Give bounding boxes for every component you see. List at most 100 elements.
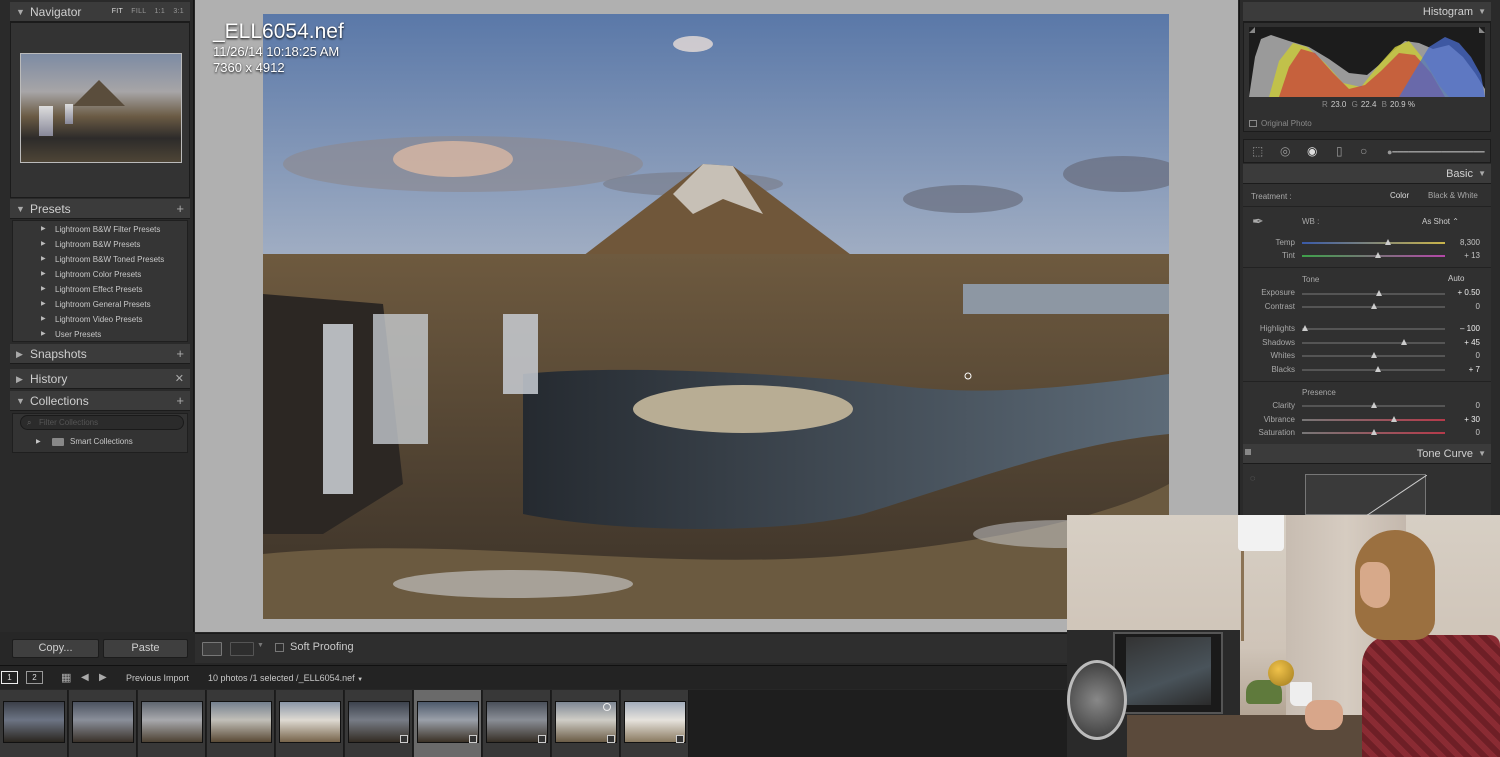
wb-value[interactable]: As Shot ⌃: [1422, 217, 1459, 226]
presets-header[interactable]: ▼ Presets +: [10, 199, 190, 219]
filmstrip-thumbnail[interactable]: [276, 690, 344, 757]
collapse-triangle-icon[interactable]: ▶: [16, 344, 23, 364]
expand-arrow-icon[interactable]: ▶: [41, 327, 46, 342]
filmstrip-thumbnail[interactable]: [621, 690, 689, 757]
expand-arrow-icon[interactable]: ▶: [41, 282, 46, 297]
adjustment-brush-icon[interactable]: ●━━━━━━━━━━━━━━━━━: [1387, 147, 1485, 158]
expand-arrow-icon[interactable]: ▶: [36, 435, 41, 449]
tint-slider[interactable]: [1302, 252, 1445, 258]
filmstrip-thumbnail[interactable]: [414, 690, 482, 757]
before-after-icon[interactable]: [230, 642, 254, 656]
exposure-slider[interactable]: [1302, 290, 1445, 296]
slider-knob[interactable]: [1370, 402, 1377, 408]
red-eye-icon[interactable]: ◉: [1307, 144, 1317, 158]
collapse-triangle-icon[interactable]: ▼: [1478, 2, 1486, 22]
copy-button[interactable]: Copy...: [12, 639, 99, 658]
collections-filter-input[interactable]: ⌕ Filter Collections: [20, 415, 184, 430]
preset-folder[interactable]: ▶ User Presets: [13, 327, 183, 342]
slider-knob[interactable]: [1384, 239, 1391, 245]
expand-arrow-icon[interactable]: ▶: [41, 312, 46, 327]
before-after-dropdown-icon[interactable]: ▼: [257, 642, 264, 649]
slider-knob[interactable]: [1376, 290, 1383, 296]
preset-folder[interactable]: ▶ Lightroom Effect Presets: [13, 282, 183, 297]
collection-item[interactable]: ▶ Smart Collections: [30, 435, 180, 449]
preset-folder[interactable]: ▶ Lightroom B&W Filter Presets: [13, 222, 183, 237]
add-snapshot-icon[interactable]: +: [176, 344, 184, 364]
exposure-value[interactable]: + 0.50: [1447, 288, 1480, 297]
slider-knob[interactable]: [1374, 252, 1381, 258]
tone-curve-graph[interactable]: [1305, 474, 1428, 517]
collections-header[interactable]: ▼ Collections +: [10, 391, 190, 411]
tone-curve-header[interactable]: Tone Curve ▼: [1243, 444, 1491, 464]
filmstrip-thumbnail[interactable]: [483, 690, 551, 757]
zoom-1-1[interactable]: 1:1: [154, 8, 165, 15]
add-collection-icon[interactable]: +: [176, 391, 184, 411]
targeted-adjustment-icon[interactable]: ◌: [1250, 473, 1255, 483]
expand-arrow-icon[interactable]: ▶: [41, 237, 46, 252]
collapse-triangle-icon[interactable]: ▼: [1478, 444, 1486, 464]
original-photo-checkbox[interactable]: [1249, 120, 1257, 127]
slider-knob[interactable]: [1301, 325, 1308, 331]
preset-folder[interactable]: ▶ Lightroom B&W Toned Presets: [13, 252, 183, 267]
spot-removal-icon[interactable]: ◎: [1280, 144, 1290, 158]
slider-knob[interactable]: [1370, 429, 1377, 435]
slider-knob[interactable]: [1370, 352, 1377, 358]
grid-view-icon[interactable]: ▦: [61, 666, 71, 690]
crop-overlay-icon[interactable]: ⬚: [1252, 144, 1263, 158]
filmstrip-thumbnail[interactable]: [69, 690, 137, 757]
shadows-slider[interactable]: [1302, 339, 1445, 345]
histogram-graph[interactable]: [1249, 27, 1485, 97]
navigator-thumbnail[interactable]: [20, 53, 182, 163]
zoom-3-1[interactable]: 3:1: [173, 8, 184, 15]
soft-proofing-checkbox[interactable]: [275, 643, 284, 652]
history-header[interactable]: ▶ History ✕: [10, 369, 190, 389]
zoom-fill[interactable]: FILL: [131, 8, 146, 15]
vibrance-value[interactable]: + 30: [1447, 415, 1480, 424]
histogram-header[interactable]: Histogram ▼: [1243, 2, 1491, 22]
radial-filter-icon[interactable]: ○: [1360, 144, 1367, 158]
expand-arrow-icon[interactable]: ▶: [41, 252, 46, 267]
filmstrip-source[interactable]: Previous Import: [126, 666, 189, 690]
saturation-value[interactable]: 0: [1447, 428, 1480, 437]
add-preset-icon[interactable]: +: [176, 199, 184, 219]
preset-folder[interactable]: ▶ Lightroom General Presets: [13, 297, 183, 312]
collapse-triangle-icon[interactable]: ▼: [16, 2, 25, 22]
contrast-slider[interactable]: [1302, 303, 1445, 309]
loupe-view-icon[interactable]: [202, 642, 222, 656]
auto-tone-button[interactable]: Auto: [1448, 274, 1464, 283]
highlights-slider[interactable]: [1301, 325, 1445, 331]
white-balance-selector-icon[interactable]: ✒: [1252, 213, 1264, 230]
expand-arrow-icon[interactable]: ▶: [41, 267, 46, 282]
panel-switch-icon[interactable]: [1245, 449, 1251, 455]
graduated-filter-icon[interactable]: ▯: [1336, 144, 1343, 158]
preset-folder[interactable]: ▶ Lightroom Video Presets: [13, 312, 183, 327]
primary-display-button[interactable]: 1: [1, 671, 18, 684]
collapse-triangle-icon[interactable]: ▼: [16, 199, 25, 219]
tint-value[interactable]: + 13: [1447, 251, 1480, 260]
original-photo-toggle[interactable]: Original Photo: [1249, 119, 1312, 128]
collapse-triangle-icon[interactable]: ▶: [16, 369, 23, 389]
preset-folder[interactable]: ▶ Lightroom B&W Presets: [13, 237, 183, 252]
shadows-value[interactable]: + 45: [1447, 338, 1480, 347]
filmstrip-status[interactable]: 10 photos /1 selected /_ELL6054.nef ▼: [208, 666, 363, 692]
vibrance-slider[interactable]: [1302, 416, 1445, 422]
treatment-color-option[interactable]: Color: [1390, 191, 1409, 200]
filmstrip-thumbnail[interactable]: [345, 690, 413, 757]
highlights-value[interactable]: – 100: [1447, 324, 1480, 333]
zoom-fit[interactable]: FIT: [112, 8, 123, 15]
filmstrip-thumbnail[interactable]: [138, 690, 206, 757]
slider-knob[interactable]: [1390, 416, 1397, 422]
main-photo[interactable]: [263, 14, 1169, 619]
forward-arrow-icon[interactable]: ▶: [99, 666, 107, 690]
blacks-value[interactable]: + 7: [1447, 365, 1480, 374]
expand-arrow-icon[interactable]: ▶: [41, 297, 46, 312]
whites-slider[interactable]: [1302, 352, 1445, 358]
filmstrip-thumbnail[interactable]: [0, 690, 68, 757]
slider-knob[interactable]: [1400, 339, 1407, 345]
back-arrow-icon[interactable]: ◀: [81, 666, 89, 690]
basic-header[interactable]: Basic ▼: [1243, 164, 1491, 184]
filmstrip-thumbnail[interactable]: [207, 690, 275, 757]
paste-button[interactable]: Paste: [103, 639, 188, 658]
filmstrip-thumbnail[interactable]: [552, 690, 620, 757]
quick-collection-marker-icon[interactable]: [603, 703, 611, 711]
